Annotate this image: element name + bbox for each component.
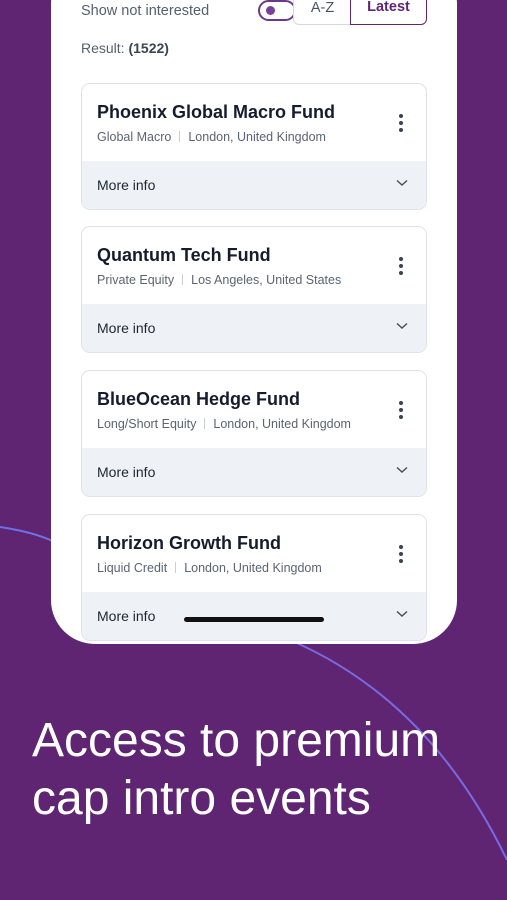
promo-headline: Access to premium cap intro events [32,712,440,828]
fund-strategy: Global Macro [97,130,172,144]
meta-divider [204,418,206,429]
fund-card[interactable]: BlueOcean Hedge Fund Long/Short Equity Lo… [81,370,427,497]
more-info-row[interactable]: More info [82,448,426,496]
fund-strategy: Private Equity [97,273,175,287]
result-number: (1522) [128,40,169,56]
kebab-menu-icon[interactable] [398,257,404,277]
more-info-row[interactable]: More info [82,304,426,352]
chevron-down-icon [396,322,408,330]
kebab-menu-icon[interactable] [398,401,404,421]
chevron-down-icon [396,610,408,618]
kebab-menu-icon[interactable] [398,114,404,134]
fund-meta: Long/Short Equity London, United Kingdom [97,417,351,431]
fund-name: Phoenix Global Macro Fund [97,102,336,122]
kebab-menu-icon[interactable] [398,545,404,565]
fund-meta: Liquid Credit London, United Kingdom [97,561,322,575]
fund-name: BlueOcean Hedge Fund [97,389,301,409]
fund-location: Los Angeles, United States [191,273,342,287]
fund-location: London, United Kingdom [184,561,322,575]
sort-latest-button[interactable]: Latest [350,0,427,25]
fund-strategy: Long/Short Equity [97,417,197,431]
fund-meta: Global Macro London, United Kingdom [97,130,326,144]
home-indicator[interactable] [184,617,324,622]
meta-divider [175,562,177,573]
phone-mockup: Show not interested A-Z Latest Result: (… [51,0,457,644]
fund-name: Quantum Tech Fund [97,245,271,265]
fund-meta: Private Equity Los Angeles, United States [97,273,341,287]
meta-divider [179,131,181,142]
result-count: Result: (1522) [81,40,169,56]
headline-line-1: Access to premium [32,714,441,767]
show-not-interested-toggle[interactable] [258,0,296,21]
more-info-label: More info [97,608,156,624]
sort-az-button[interactable]: A-Z [293,0,351,25]
filter-bar: Show not interested A-Z Latest [81,0,427,28]
headline-line-2: cap intro events [32,772,371,825]
chevron-down-icon [396,179,408,187]
fund-strategy: Liquid Credit [97,561,168,575]
more-info-label: More info [97,177,156,193]
meta-divider [182,274,184,285]
result-label: Result: [81,40,125,56]
fund-location: London, United Kingdom [188,130,326,144]
more-info-row[interactable]: More info [82,161,426,209]
more-info-label: More info [97,464,156,480]
more-info-row[interactable]: More info [82,592,426,640]
toggle-knob [266,6,275,15]
fund-card[interactable]: Quantum Tech Fund Private Equity Los Ange… [81,226,427,353]
fund-card[interactable]: Phoenix Global Macro Fund Global Macro Lo… [81,83,427,210]
show-not-interested-label: Show not interested [81,3,210,19]
chevron-down-icon [396,466,408,474]
fund-location: London, United Kingdom [213,417,351,431]
more-info-label: More info [97,320,156,336]
fund-name: Horizon Growth Fund [97,533,281,553]
